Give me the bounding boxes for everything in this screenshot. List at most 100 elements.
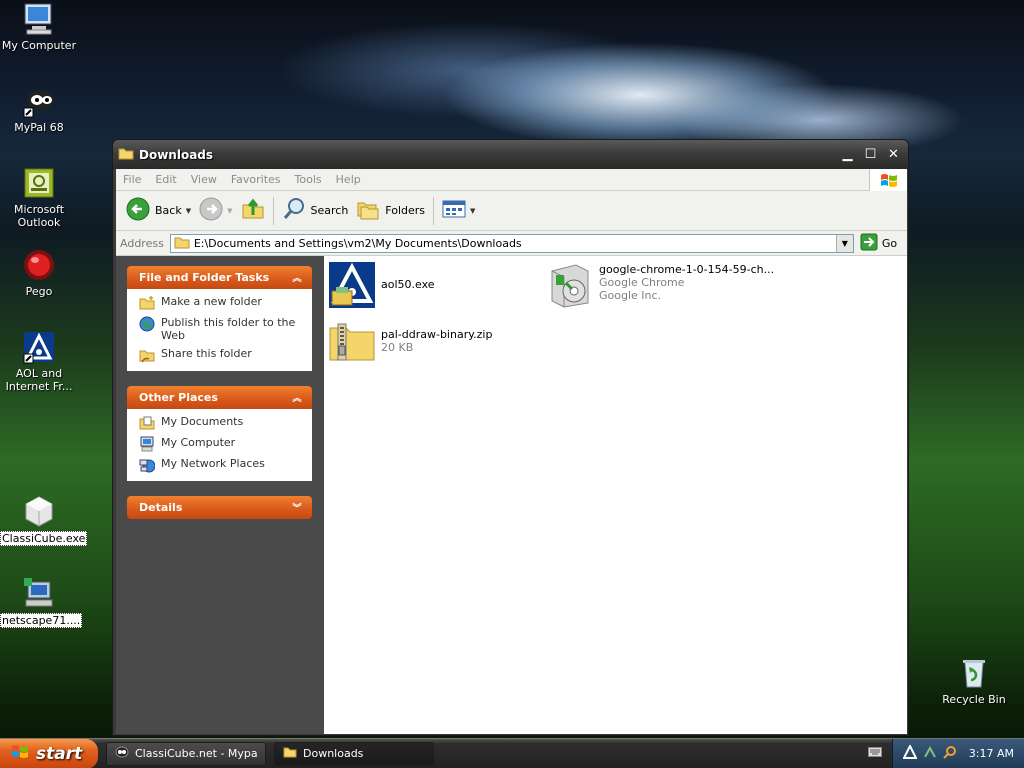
maximize-icon: ☐ [864,147,877,162]
menu-view[interactable]: View [184,173,224,186]
task-make-new-folder[interactable]: Make a new folder [139,295,304,311]
minimize-button[interactable]: ▁ [837,144,858,165]
address-dropdown-button[interactable]: ▼ [835,234,853,252]
desktop-icon-my-computer[interactable]: My Computer [0,2,78,52]
task-share-folder[interactable]: Share this folder [139,347,304,363]
file-size: 20 KB [381,341,414,354]
desktop-icon-recycle-bin[interactable]: Recycle Bin [935,656,1013,706]
chrome-installer-icon [546,261,594,309]
details-header[interactable]: Details ︾ [127,496,312,519]
windows-logo-icon [869,168,907,191]
chevron-down-icon[interactable]: ︾ [290,501,304,515]
task-label: Share this folder [161,347,252,360]
file-item-google-chrome[interactable]: google-chrome-1-0-154-59-ch... Google Ch… [546,261,774,309]
globe-icon [139,316,155,332]
desktop-icon-outlook[interactable]: Microsoft Outlook [0,166,78,229]
my-computer-icon [22,2,56,36]
desktop-icon-label: Recycle Bin [942,693,1006,706]
go-button[interactable]: Go [860,233,897,254]
share-folder-icon [139,347,155,363]
aol-tray-icon[interactable] [902,743,918,762]
task-label: Publish this folder to the Web [161,316,296,342]
address-bar: Address E:\Documents and Settings\vm2\My… [116,231,907,256]
task-label: Make a new folder [161,295,262,308]
start-button[interactable]: start [0,738,98,768]
file-item-aol50[interactable]: aol50.exe [328,261,435,309]
desktop-icon-classicube[interactable]: ClassiCube.exe [0,494,88,546]
taskbar-button-mypal[interactable]: ClassiCube.net - Mypal [106,741,266,766]
address-label: Address [120,236,164,250]
other-places-header[interactable]: Other Places ︽ [127,386,312,409]
new-folder-icon [139,295,155,311]
taskbar-button-label: Downloads [303,747,364,760]
file-description: Google Chrome [599,276,685,289]
go-arrow-icon [860,233,878,254]
place-label: My Documents [161,415,244,428]
windows-logo-icon [10,742,30,765]
desktop-icon-label: MyPal 68 [14,121,64,134]
mypal-icon [22,84,56,118]
folders-button[interactable]: Folders [352,196,429,226]
my-documents-icon [139,415,155,431]
menu-tools[interactable]: Tools [288,173,329,186]
back-arrow-icon [126,197,150,224]
close-icon: ✕ [888,147,899,162]
title-bar[interactable]: Downloads ▁ ☐ ✕ [113,140,908,169]
network-tray-icon[interactable] [923,745,937,762]
keyboard-icon[interactable] [867,747,882,760]
pego-icon [22,248,56,282]
file-name: pal-ddraw-binary.zip [381,328,493,341]
folders-icon [356,197,380,224]
aol-icon [22,330,56,364]
file-folder-tasks-header[interactable]: File and Folder Tasks ︽ [127,266,312,289]
window-title: Downloads [139,147,214,162]
desktop-icon-label: Microsoft Outlook [13,203,65,229]
chevron-up-icon[interactable]: ︽ [290,391,304,405]
up-folder-button[interactable] [237,196,269,226]
chevron-up-icon[interactable]: ︽ [290,271,304,285]
views-button[interactable]: ▼ [438,196,479,226]
address-value: E:\Documents and Settings\vm2\My Documen… [193,236,522,250]
back-label: Back [155,204,182,217]
forward-button[interactable]: ▼ [195,196,236,226]
task-publish-folder[interactable]: Publish this folder to the Web [139,316,304,342]
chevron-down-icon[interactable]: ▼ [470,207,475,215]
desktop-icon-pego[interactable]: Pego [0,248,78,298]
place-my-computer[interactable]: My Computer [139,436,304,452]
place-label: My Computer [161,436,236,449]
folders-label: Folders [385,204,426,217]
up-folder-icon [241,197,265,224]
search-button[interactable]: Search [278,196,353,226]
menu-favorites[interactable]: Favorites [224,173,288,186]
menu-edit[interactable]: Edit [148,173,183,186]
menu-help[interactable]: Help [329,173,368,186]
taskbar-button-downloads[interactable]: Downloads [274,741,434,766]
details-panel: Details ︾ [127,496,312,519]
maximize-button[interactable]: ☐ [860,144,881,165]
desktop-icon-label: netscape71.... [0,613,83,628]
desktop-icon-label: My Computer [1,39,77,52]
place-my-network-places[interactable]: My Network Places [139,457,304,473]
chevron-down-icon[interactable]: ▼ [186,207,191,215]
place-my-documents[interactable]: My Documents [139,415,304,431]
chevron-down-icon[interactable]: ▼ [227,207,232,215]
other-places-panel: Other Places ︽ My Documents My Computer … [127,386,312,481]
menu-file[interactable]: File [116,173,148,186]
system-tray: 3:17 AM [891,738,1024,768]
back-button[interactable]: Back ▼ [122,196,195,226]
close-button[interactable]: ✕ [883,144,904,165]
file-item-pal-ddraw[interactable]: pal-ddraw-binary.zip 20 KB [328,318,492,366]
folder-icon [174,235,190,252]
place-label: My Network Places [161,457,265,470]
toolbar: Back ▼ ▼ Search Folders ▼ [116,191,907,231]
address-input[interactable]: E:\Documents and Settings\vm2\My Documen… [169,233,854,253]
search-tray-icon[interactable] [943,745,957,762]
desktop-icon-aol[interactable]: AOL and Internet Fr... [0,330,78,393]
desktop-icon-netscape[interactable]: netscape71.... [0,576,83,628]
network-places-icon [139,457,156,473]
desktop-icon-mypal[interactable]: MyPal 68 [0,84,78,134]
clock[interactable]: 3:17 AM [969,747,1014,760]
netscape-icon [22,576,56,610]
my-computer-icon [139,436,155,452]
desktop-icon-label: ClassiCube.exe [0,531,88,546]
